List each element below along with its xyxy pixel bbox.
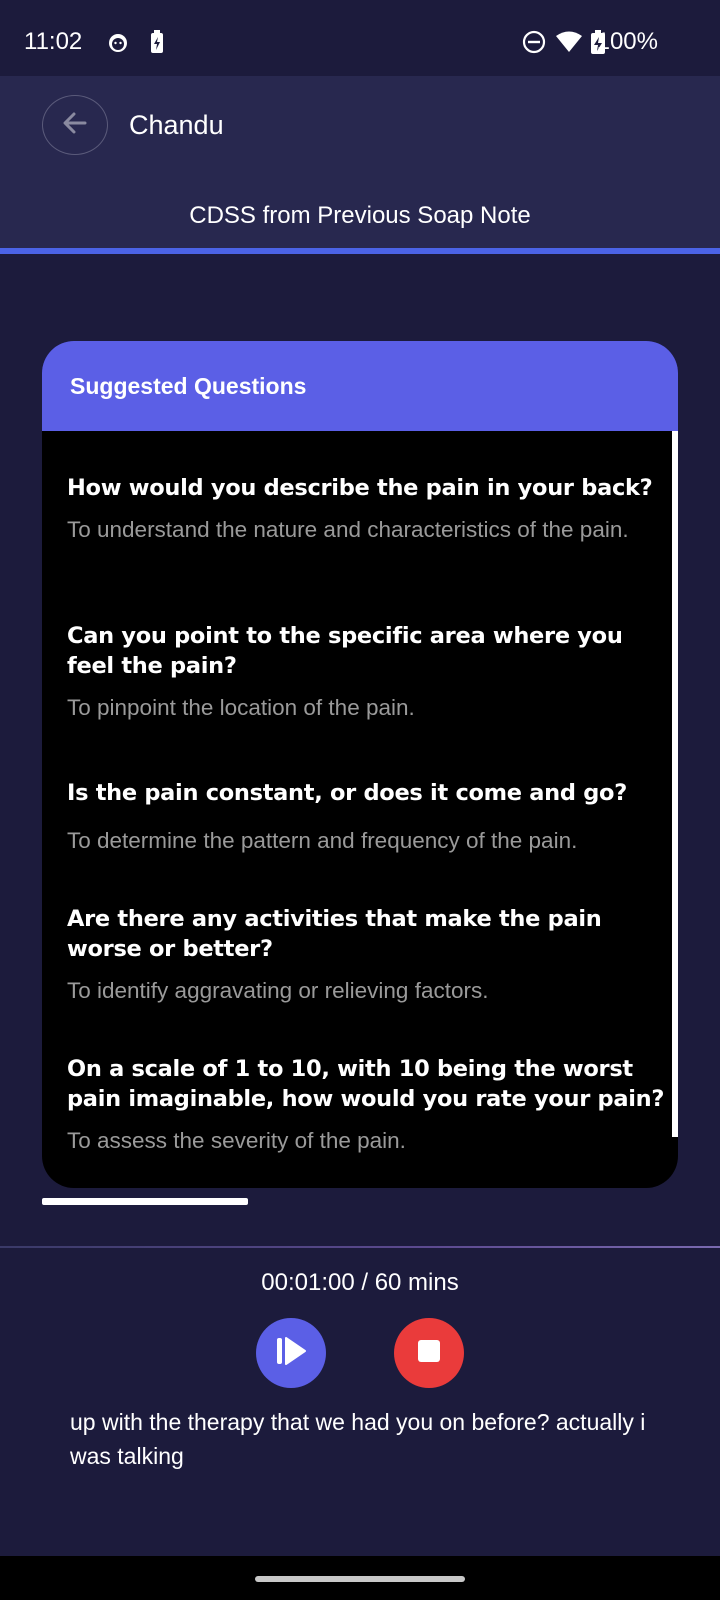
list-item: Are there any activities that make the p… (67, 904, 667, 1008)
arrow-left-icon (61, 109, 89, 142)
question-text: Are there any activities that make the p… (67, 906, 602, 962)
cat-notification-icon (106, 30, 130, 59)
do-not-disturb-icon (522, 30, 546, 59)
list-item: On a scale of 1 to 10, with 10 being the… (67, 1054, 667, 1158)
question-text: On a scale of 1 to 10, with 10 being the… (67, 1056, 665, 1112)
question-text: Can you point to the specific area where… (67, 623, 623, 679)
status-time: 11:02 (24, 28, 83, 55)
back-button[interactable] (42, 95, 108, 155)
list-item: Can you point to the specific area where… (67, 621, 667, 725)
list-item: Is the pain constant, or does it come an… (67, 778, 667, 858)
card-title: Suggested Questions (70, 372, 307, 399)
status-bar: 11:02 100% (0, 0, 720, 76)
question-rationale: To identify aggravating or relieving fac… (67, 978, 489, 1003)
page-title: Chandu (129, 110, 224, 140)
suggested-questions-card: Suggested Questions How would you descri… (42, 341, 678, 1188)
tab-indicator (0, 248, 720, 254)
battery-percent: 100% (596, 28, 658, 55)
question-rationale: To determine the pattern and frequency o… (67, 828, 578, 853)
card-header: Suggested Questions (42, 341, 678, 431)
list-item: How would you describe the pain in your … (67, 473, 667, 547)
live-transcript: up with the therapy that we had you on b… (70, 1409, 646, 1469)
question-rationale: To assess the severity of the pain. (67, 1128, 406, 1153)
question-rationale: To understand the nature and characteris… (67, 517, 629, 542)
tab-cdss[interactable]: CDSS from Previous Soap Note (0, 202, 720, 230)
divider (0, 1246, 720, 1248)
question-text: Is the pain constant, or does it come an… (67, 780, 627, 806)
play-icon (274, 1334, 308, 1373)
question-text: How would you describe the pain in your … (67, 475, 653, 501)
app-header: Chandu CDSS from Previous Soap Note (0, 76, 720, 248)
home-gesture-handle[interactable] (255, 1576, 465, 1582)
battery-saver-icon (148, 30, 166, 59)
navigation-bar (0, 1556, 720, 1600)
question-rationale: To pinpoint the location of the pain. (67, 695, 415, 720)
stop-button[interactable] (394, 1318, 464, 1388)
stop-icon (418, 1339, 440, 1367)
wifi-icon (555, 30, 583, 59)
vertical-scrollbar[interactable] (672, 431, 678, 1137)
play-pause-button[interactable] (256, 1318, 326, 1388)
recording-timer: 00:01:00 / 60 mins (261, 1269, 459, 1296)
horizontal-scroll-indicator[interactable] (42, 1198, 248, 1205)
questions-list[interactable]: How would you describe the pain in your … (42, 431, 678, 1188)
